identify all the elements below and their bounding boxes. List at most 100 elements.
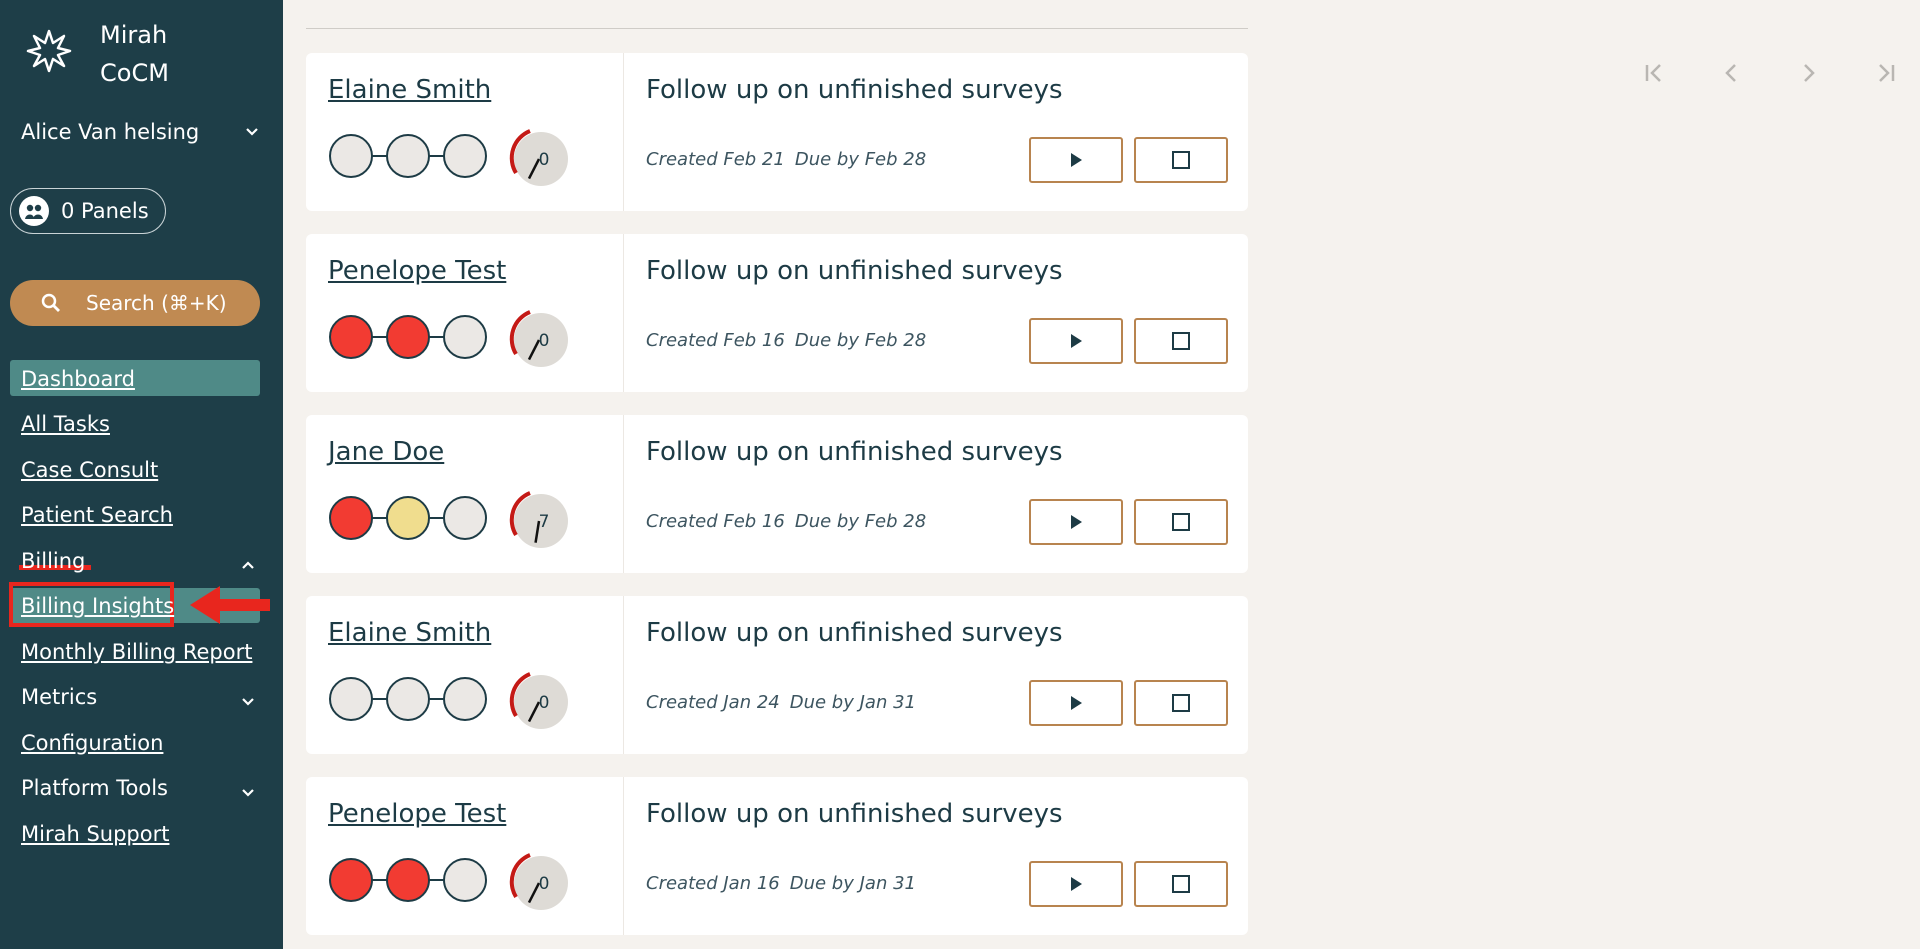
panels-icon [19, 196, 49, 226]
status-dot [386, 858, 430, 902]
panels-button[interactable]: 0 Panels [10, 188, 166, 234]
chevron-down-icon [242, 697, 254, 706]
sidebar-item-label: All Tasks [21, 412, 110, 437]
severity-score: 0 [539, 693, 550, 713]
task-title: Follow up on unfinished surveys [646, 437, 1063, 467]
last-page-icon[interactable] [1870, 58, 1900, 88]
sidebar-item-dashboard[interactable]: Dashboard [0, 356, 283, 402]
severity-gauge: 0 [509, 853, 568, 910]
brand-name: Mirah [100, 21, 168, 49]
search-label: Search (⌘+K) [86, 291, 227, 315]
task-due-date: Due by Jan 31 [789, 873, 916, 894]
task-title: Follow up on unfinished surveys [646, 256, 1063, 286]
checkbox-icon [1172, 151, 1190, 169]
task-dates: Created Feb 21 Due by Feb 28 [646, 149, 926, 170]
patient-name-link[interactable]: Penelope Test [328, 799, 506, 829]
start-task-button[interactable] [1029, 137, 1123, 183]
sidebar-item-label: Mirah Support [21, 821, 170, 846]
patient-name-link[interactable]: Elaine Smith [328, 75, 491, 105]
task-created-date: Created Jan 24 [646, 692, 780, 713]
task-patient-section: Elaine Smith 0 [306, 596, 624, 754]
sidebar-item-metrics[interactable]: Metrics [0, 675, 283, 721]
assessment-status-dots [329, 858, 487, 902]
pagination [1640, 58, 1900, 88]
status-dot [329, 496, 373, 540]
start-task-button[interactable] [1029, 499, 1123, 545]
sidebar-item-billing[interactable]: Billing [0, 538, 283, 584]
complete-task-button[interactable] [1134, 137, 1228, 183]
task-created-date: Created Jan 16 [646, 873, 780, 894]
start-task-button[interactable] [1029, 318, 1123, 364]
play-icon [1071, 877, 1082, 891]
sidebar-item-all-tasks[interactable]: All Tasks [0, 402, 283, 448]
status-dot [386, 677, 430, 721]
task-due-date: Due by Feb 28 [794, 330, 927, 351]
task-patient-section: Penelope Test 0 [306, 777, 624, 935]
status-dot [329, 677, 373, 721]
task-created-date: Created Feb 16 [646, 511, 785, 532]
play-icon [1071, 153, 1082, 167]
sidebar-item-configuration[interactable]: Configuration [0, 720, 283, 766]
task-dates: Created Jan 16 Due by Jan 31 [646, 873, 916, 894]
previous-page-icon[interactable] [1717, 58, 1747, 88]
search-button[interactable]: Search (⌘+K) [10, 280, 260, 326]
status-dot [443, 858, 487, 902]
sidebar-item-case-consult[interactable]: Case Consult [0, 447, 283, 493]
play-icon [1071, 515, 1082, 529]
task-created-date: Created Feb 21 [646, 149, 785, 170]
start-task-button[interactable] [1029, 680, 1123, 726]
severity-gauge: 0 [509, 310, 568, 367]
status-dot [443, 677, 487, 721]
severity-gauge: 0 [509, 129, 568, 186]
complete-task-button[interactable] [1134, 861, 1228, 907]
severity-gauge: 0 [509, 672, 568, 729]
patient-name-link[interactable]: Jane Doe [328, 437, 444, 467]
status-dot [386, 496, 430, 540]
play-icon [1071, 334, 1082, 348]
annotation-arrow-icon [190, 586, 270, 624]
brand-product: CoCM [100, 59, 169, 87]
patient-name-link[interactable]: Penelope Test [328, 256, 506, 286]
complete-task-button[interactable] [1134, 680, 1228, 726]
sidebar-item-label: Monthly Billing Report [21, 639, 253, 664]
sidebar-item-monthly-billing-report[interactable]: Monthly Billing Report [0, 629, 283, 675]
status-dot [329, 134, 373, 178]
chevron-down-icon [246, 128, 258, 136]
mirah-logo-icon [26, 29, 72, 73]
sidebar-item-label: Configuration [21, 730, 164, 755]
complete-task-button[interactable] [1134, 499, 1228, 545]
task-patient-section: Elaine Smith 0 [306, 53, 624, 211]
complete-task-button[interactable] [1134, 318, 1228, 364]
sidebar-item-label: Patient Search [21, 503, 173, 528]
task-title: Follow up on unfinished surveys [646, 618, 1063, 648]
divider [306, 28, 1248, 29]
sidebar-item-mirah-support[interactable]: Mirah Support [0, 811, 283, 857]
task-card: Penelope Test 0 Follow up on unfinished su… [306, 777, 1248, 935]
task-title: Follow up on unfinished surveys [646, 799, 1063, 829]
sidebar-item-patient-search[interactable]: Patient Search [0, 493, 283, 539]
task-dates: Created Feb 16 Due by Feb 28 [646, 511, 926, 532]
next-page-icon[interactable] [1793, 58, 1823, 88]
assessment-status-dots [329, 496, 487, 540]
checkbox-icon [1172, 332, 1190, 350]
first-page-icon[interactable] [1640, 58, 1670, 88]
task-title: Follow up on unfinished surveys [646, 75, 1063, 105]
severity-score: 0 [539, 331, 550, 351]
search-icon [41, 293, 60, 312]
task-patient-section: Penelope Test 0 [306, 234, 624, 392]
task-patient-section: Jane Doe 7 [306, 415, 624, 573]
patient-name-link[interactable]: Elaine Smith [328, 618, 491, 648]
brand-text: Mirah CoCM [100, 16, 169, 92]
task-dates: Created Feb 16 Due by Feb 28 [646, 330, 926, 351]
chevron-up-icon [242, 561, 254, 569]
checkbox-icon [1172, 694, 1190, 712]
task-due-date: Due by Jan 31 [789, 692, 916, 713]
user-menu[interactable]: Alice Van helsing [21, 120, 259, 144]
start-task-button[interactable] [1029, 861, 1123, 907]
task-card: Penelope Test 0 Follow up on unfinished su… [306, 234, 1248, 392]
status-dot [329, 858, 373, 902]
checkbox-icon [1172, 875, 1190, 893]
task-due-date: Due by Feb 28 [794, 149, 927, 170]
sidebar-item-platform-tools[interactable]: Platform Tools [0, 766, 283, 812]
brand[interactable]: Mirah CoCM [26, 16, 169, 92]
